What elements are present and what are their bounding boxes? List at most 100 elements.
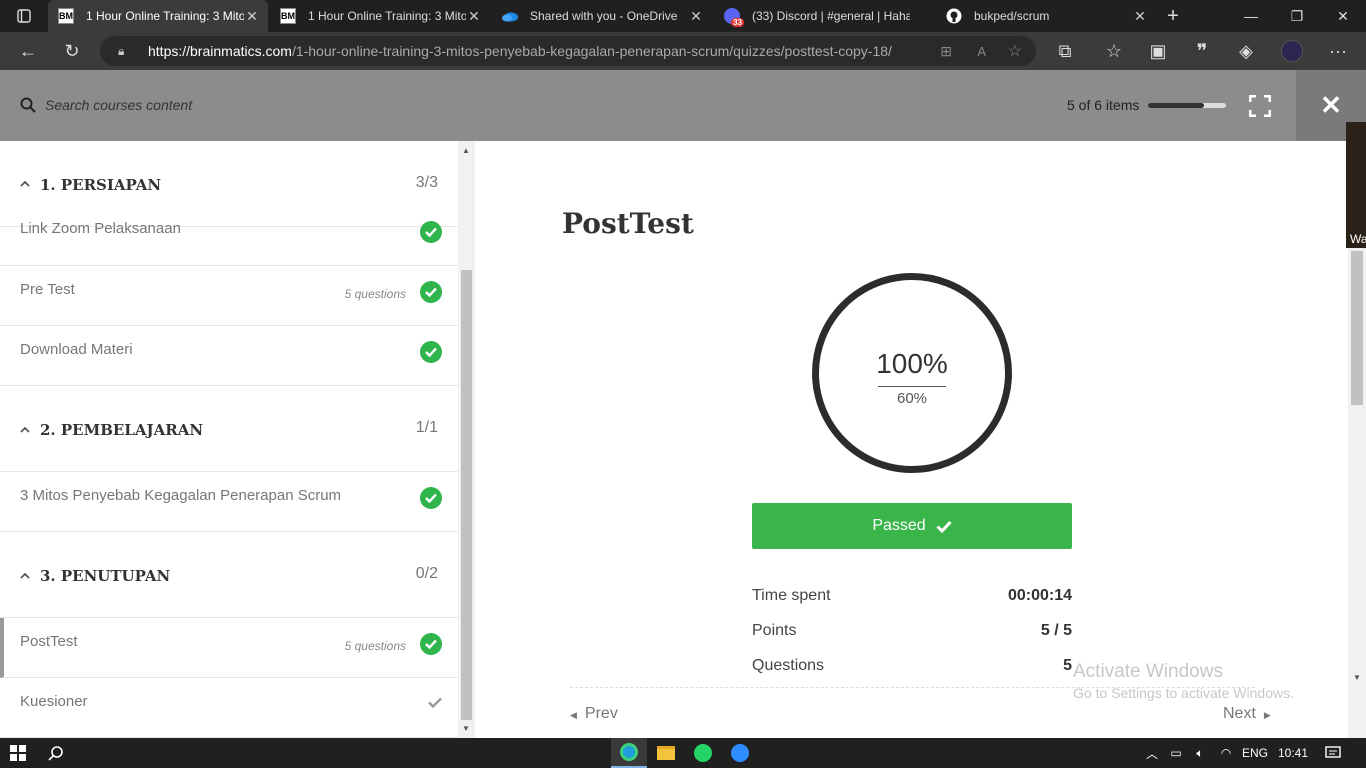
passed-badge: Passed — [752, 503, 1072, 549]
stat-value: 5 / 5 — [1040, 622, 1072, 639]
chevron-up-icon — [20, 572, 30, 579]
stat-value: 00:00:14 — [1007, 587, 1072, 604]
sidebar-scrollbar[interactable]: ▲ ▼ — [458, 141, 475, 738]
tab-title: (33) Discord | #general | Haha — [752, 9, 910, 23]
browser-essentials-icon[interactable]: ◈ — [1228, 32, 1264, 70]
watermark-line2: Go to Settings to activate Windows. — [1073, 685, 1294, 701]
section-title: 3. PENUTUPAN — [40, 567, 171, 585]
score-divider — [878, 386, 946, 387]
score-ring: 100% 60% — [812, 273, 1012, 473]
tab-title: 1 Hour Online Training: 3 Mitos — [86, 9, 244, 23]
app-available-icon[interactable]: ⊞ — [940, 43, 952, 60]
quiz-title: PostTest — [562, 207, 694, 240]
quiz-result-panel: PostTest 100% 60% Passed Time spent 00:0… — [475, 141, 1348, 738]
lesson-item[interactable]: Pre Test 5 questions — [0, 266, 458, 326]
completed-check-icon — [420, 221, 442, 243]
collections-icon[interactable]: ▣ — [1140, 32, 1176, 70]
back-icon[interactable]: ← — [10, 32, 46, 70]
edge-icon[interactable] — [611, 738, 647, 768]
scrollbar-thumb[interactable] — [461, 270, 472, 720]
scroll-up-icon[interactable]: ▲ — [462, 146, 470, 155]
search-icon[interactable] — [38, 738, 74, 768]
tab-5[interactable]: bukped/scrum ✕ — [936, 0, 1156, 32]
close-tab-icon[interactable]: ✕ — [244, 8, 260, 25]
lesson-item[interactable]: 3 Mitos Penyebab Kegagalan Penerapan Scr… — [0, 472, 458, 532]
notifications-icon[interactable] — [1318, 738, 1348, 768]
close-tab-icon[interactable]: ✕ — [1132, 8, 1148, 25]
lesson-meta: 5 questions — [344, 287, 406, 301]
more-menu-icon[interactable]: ··· — [1320, 32, 1356, 70]
lesson-title: Link Zoom Pelaksanaan — [20, 220, 181, 237]
chevron-up-icon — [20, 426, 30, 433]
tab-3[interactable]: Shared with you - OneDrive ✕ — [492, 0, 712, 32]
notification-badge: 33 — [731, 18, 744, 27]
completed-check-icon — [420, 487, 442, 509]
caret-right-icon: ▶ — [1263, 710, 1271, 720]
overlay-window-peek[interactable]: Wa — [1346, 122, 1366, 248]
file-explorer-icon[interactable] — [648, 738, 684, 768]
search-input[interactable]: Search courses content — [45, 97, 192, 113]
lock-icon: 🔒︎ — [118, 43, 125, 58]
language-indicator[interactable]: ENG — [1240, 738, 1270, 768]
extensions-icon[interactable]: ⧉ — [1047, 32, 1083, 70]
volume-icon[interactable]: 🔈︎ — [1188, 738, 1212, 768]
caret-left-icon: ◀ — [570, 710, 577, 720]
stat-value: 5 — [1063, 657, 1072, 674]
section-penutupan[interactable]: 3. PENUTUPAN 0/2 — [0, 532, 458, 618]
stat-label: Questions — [752, 657, 825, 674]
fullscreen-icon[interactable] — [1240, 86, 1280, 126]
result-label: Passed — [872, 517, 926, 534]
prev-link[interactable]: ◀ Prev — [570, 705, 618, 723]
minimize-icon[interactable]: — — [1228, 0, 1274, 32]
tab-1[interactable]: BM 1 Hour Online Training: 3 Mitos ✕ — [48, 0, 268, 32]
github-icon — [946, 8, 962, 24]
search-courses[interactable]: Search courses content — [20, 97, 192, 113]
lesson-item-current[interactable]: PostTest 5 questions — [0, 618, 458, 678]
profile-avatar[interactable] — [1274, 32, 1310, 70]
tab-actions-icon[interactable] — [0, 0, 48, 32]
completed-check-icon — [420, 281, 442, 303]
windows-start-icon[interactable] — [0, 738, 36, 768]
completed-check-icon — [420, 633, 442, 655]
new-tab-icon[interactable]: + — [1150, 0, 1196, 32]
tab-2[interactable]: BM 1 Hour Online Training: 3 Mitos ✕ — [270, 0, 490, 32]
completed-check-icon — [420, 341, 442, 363]
next-link[interactable]: Next ▶ — [1223, 705, 1271, 723]
zoom-icon[interactable] — [722, 738, 758, 768]
chevron-up-icon[interactable]: ︿ — [1140, 738, 1164, 768]
chevron-up-icon — [20, 180, 30, 187]
close-window-icon[interactable]: ✕ — [1320, 0, 1366, 32]
favorite-add-icon[interactable]: ☆ — [1008, 41, 1022, 61]
stat-label: Time spent — [752, 587, 831, 604]
section-pembelajaran[interactable]: 2. PEMBELAJARAN 1/1 — [0, 386, 458, 472]
course-header: Search courses content 5 of 6 items ✕ — [0, 70, 1366, 141]
url-field[interactable]: 🔒︎ https://brainmatics.com/1-hour-online… — [100, 36, 1036, 66]
lesson-item[interactable]: Download Materi — [0, 326, 458, 386]
lesson-title: PostTest — [20, 633, 78, 650]
url-path: /1-hour-online-training-3-mitos-penyebab… — [291, 43, 892, 59]
battery-icon[interactable]: ▭ — [1164, 738, 1188, 768]
brainmatics-favicon-icon: BM — [280, 8, 296, 24]
course-progress-bar — [1148, 103, 1226, 108]
read-aloud-icon[interactable]: A — [977, 44, 986, 59]
scrollbar-thumb[interactable] — [1351, 251, 1363, 405]
favorites-icon[interactable]: ☆ — [1096, 32, 1132, 70]
lesson-item[interactable]: Kuesioner — [0, 678, 458, 738]
tab-title: Shared with you - OneDrive — [530, 9, 678, 23]
next-label: Next — [1223, 705, 1256, 722]
lesson-item[interactable]: Link Zoom Pelaksanaan — [0, 206, 458, 266]
tab-4[interactable]: 33 (33) Discord | #general | Haha — [714, 0, 934, 32]
onedrive-icon — [502, 8, 518, 24]
restore-icon[interactable]: ❐ — [1274, 0, 1320, 32]
close-tab-icon[interactable]: ✕ — [466, 8, 482, 25]
wifi-icon[interactable]: ◠ — [1214, 738, 1238, 768]
refresh-icon[interactable]: ↻ — [54, 32, 90, 70]
clock[interactable]: 10:41 — [1272, 738, 1314, 768]
whatsapp-icon[interactable] — [685, 738, 721, 768]
prev-label: Prev — [584, 705, 618, 722]
activate-windows-watermark: Activate Windows Go to Settings to activ… — [1073, 661, 1294, 701]
scroll-down-icon[interactable]: ▼ — [1353, 673, 1361, 682]
scroll-down-icon[interactable]: ▼ — [462, 724, 470, 733]
quote-icon[interactable]: ❞ — [1184, 32, 1220, 70]
close-tab-icon[interactable]: ✕ — [688, 8, 704, 25]
